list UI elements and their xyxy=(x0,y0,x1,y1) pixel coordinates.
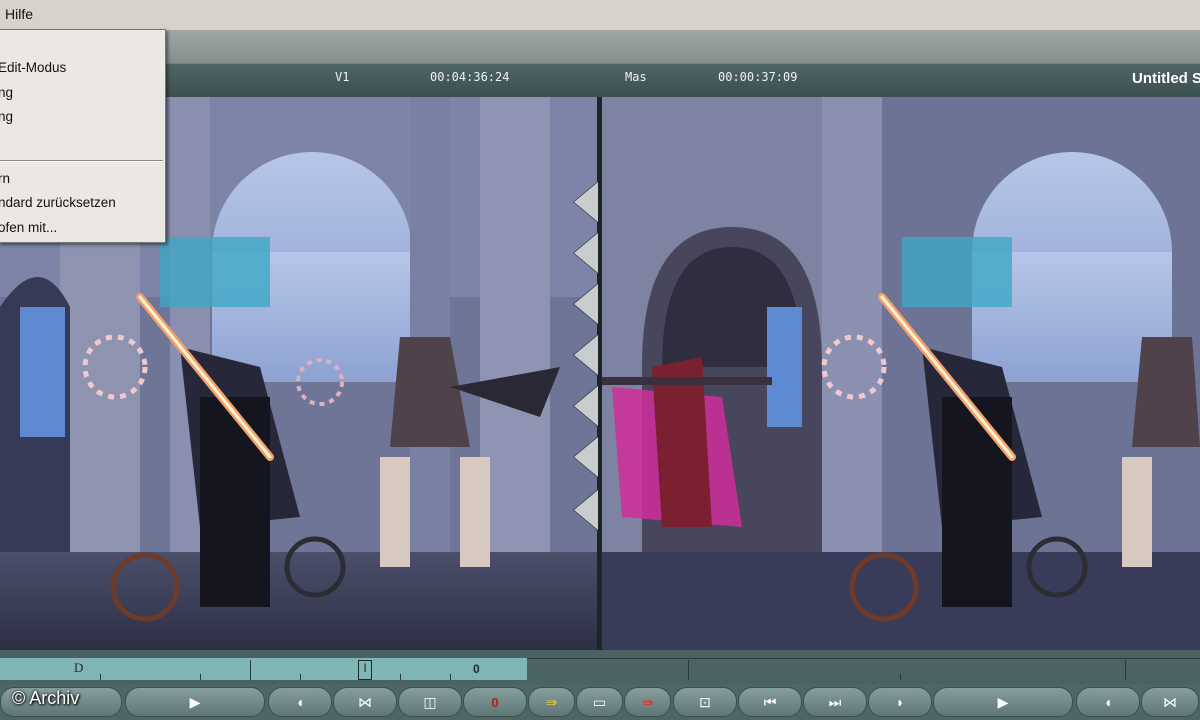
menu-item[interactable]: ng xyxy=(0,85,13,100)
copyright-watermark: © Archiv xyxy=(12,688,80,708)
segment-arrow-icon[interactable] xyxy=(574,490,598,530)
clear-marks-button[interactable]: 0 xyxy=(463,687,527,717)
segment-arrow-icon[interactable] xyxy=(574,284,598,324)
timeline-tick xyxy=(250,660,251,680)
timeline-tick xyxy=(300,674,301,680)
segment-arrow-icon[interactable] xyxy=(574,386,598,426)
mark-in-icon: ◖ xyxy=(1103,694,1113,710)
segment-arrow-icon[interactable] xyxy=(574,182,598,222)
toggle-source-record-button[interactable]: ⊡ xyxy=(673,687,737,717)
help-dropdown-menu: Edit-Modus ng ng rn ndard zurücksetzen o… xyxy=(0,29,166,243)
menu-separator xyxy=(0,160,163,162)
lift-icon: ⇛ xyxy=(641,693,654,710)
mark-out-icon: ◗ xyxy=(895,694,905,710)
menu-bar: Hilfe xyxy=(0,0,1200,31)
overwrite-icon: ▭ xyxy=(592,693,607,710)
step-back-button[interactable]: ⏮ xyxy=(738,687,802,717)
play-button[interactable]: ▶ xyxy=(125,687,265,717)
mark-in-button[interactable]: ◖ xyxy=(268,687,332,717)
monitor-info-bar: V1 00:04:36:24 Mas 00:00:37:09 Untitled … xyxy=(0,63,1200,98)
mark-clip-icon: ⋈ xyxy=(1163,693,1177,710)
lift-button[interactable]: ⇛ xyxy=(624,687,671,717)
play-icon: ▶ xyxy=(997,693,1009,710)
menu-item-reset-default[interactable]: ndard zurücksetzen xyxy=(0,195,116,210)
record-monitor[interactable] xyxy=(602,97,1200,650)
mark-out-button[interactable]: ◗ xyxy=(868,687,932,717)
split-view-button[interactable]: ◫ xyxy=(398,687,462,717)
timeline-tick xyxy=(200,674,201,680)
record-video-frame xyxy=(602,97,1200,650)
step-forward-button[interactable]: ⏭ xyxy=(803,687,867,717)
splice-in-button[interactable]: ⇛ xyxy=(528,687,575,717)
record-timecode[interactable]: 00:00:37:09 xyxy=(718,70,797,84)
overwrite-button[interactable]: ▭ xyxy=(576,687,623,717)
record-track-label[interactable]: Mas xyxy=(625,70,647,84)
segment-arrow-icon[interactable] xyxy=(574,335,598,375)
toggle-source-record-icon: ⊡ xyxy=(699,693,711,710)
mark-in-icon: ◖ xyxy=(295,694,305,710)
splice-in-icon: ⇛ xyxy=(545,693,558,710)
timeline-tick xyxy=(450,674,451,680)
record-play-button[interactable]: ▶ xyxy=(933,687,1073,717)
menu-item-open-with[interactable]: ofen mit... xyxy=(0,220,57,235)
split-view-icon: ◫ xyxy=(423,693,437,710)
record-mark-in-button[interactable]: ◖ xyxy=(1076,687,1140,717)
step-forward-icon: ⏭ xyxy=(828,693,842,710)
timeline-tick xyxy=(100,674,101,680)
sequence-title: Untitled S xyxy=(1132,70,1200,87)
menu-item-edit-mode[interactable]: Edit-Modus xyxy=(0,60,66,75)
menu-help[interactable]: Hilfe xyxy=(5,6,33,22)
window-strip xyxy=(0,31,1200,63)
timeline-tick xyxy=(688,660,689,680)
segment-arrow-icon[interactable] xyxy=(574,233,598,273)
menu-item[interactable]: rn xyxy=(0,171,10,186)
clear-marks-icon: 0 xyxy=(491,694,499,710)
position-marker: 0 xyxy=(473,662,480,676)
record-mark-clip-button[interactable]: ⋈ xyxy=(1141,687,1199,717)
source-timecode[interactable]: 00:04:36:24 xyxy=(430,70,509,84)
play-icon: ▶ xyxy=(189,693,201,710)
mark-clip-button[interactable]: ⋈ xyxy=(333,687,397,717)
mark-clip-icon: ⋈ xyxy=(358,693,372,710)
timeline-tick xyxy=(900,674,901,680)
timeline-tick xyxy=(1125,660,1126,680)
menu-item[interactable]: ng xyxy=(0,109,13,124)
step-back-icon: ⏮ xyxy=(763,693,777,710)
segment-arrow-icon[interactable] xyxy=(574,437,598,477)
position-indicator-icon[interactable]: I xyxy=(358,660,372,680)
timeline-tick xyxy=(400,674,401,680)
mark-in-indicator-icon[interactable]: D xyxy=(74,660,83,676)
source-track-label[interactable]: V1 xyxy=(335,70,349,84)
position-bar-record[interactable] xyxy=(527,658,1200,681)
